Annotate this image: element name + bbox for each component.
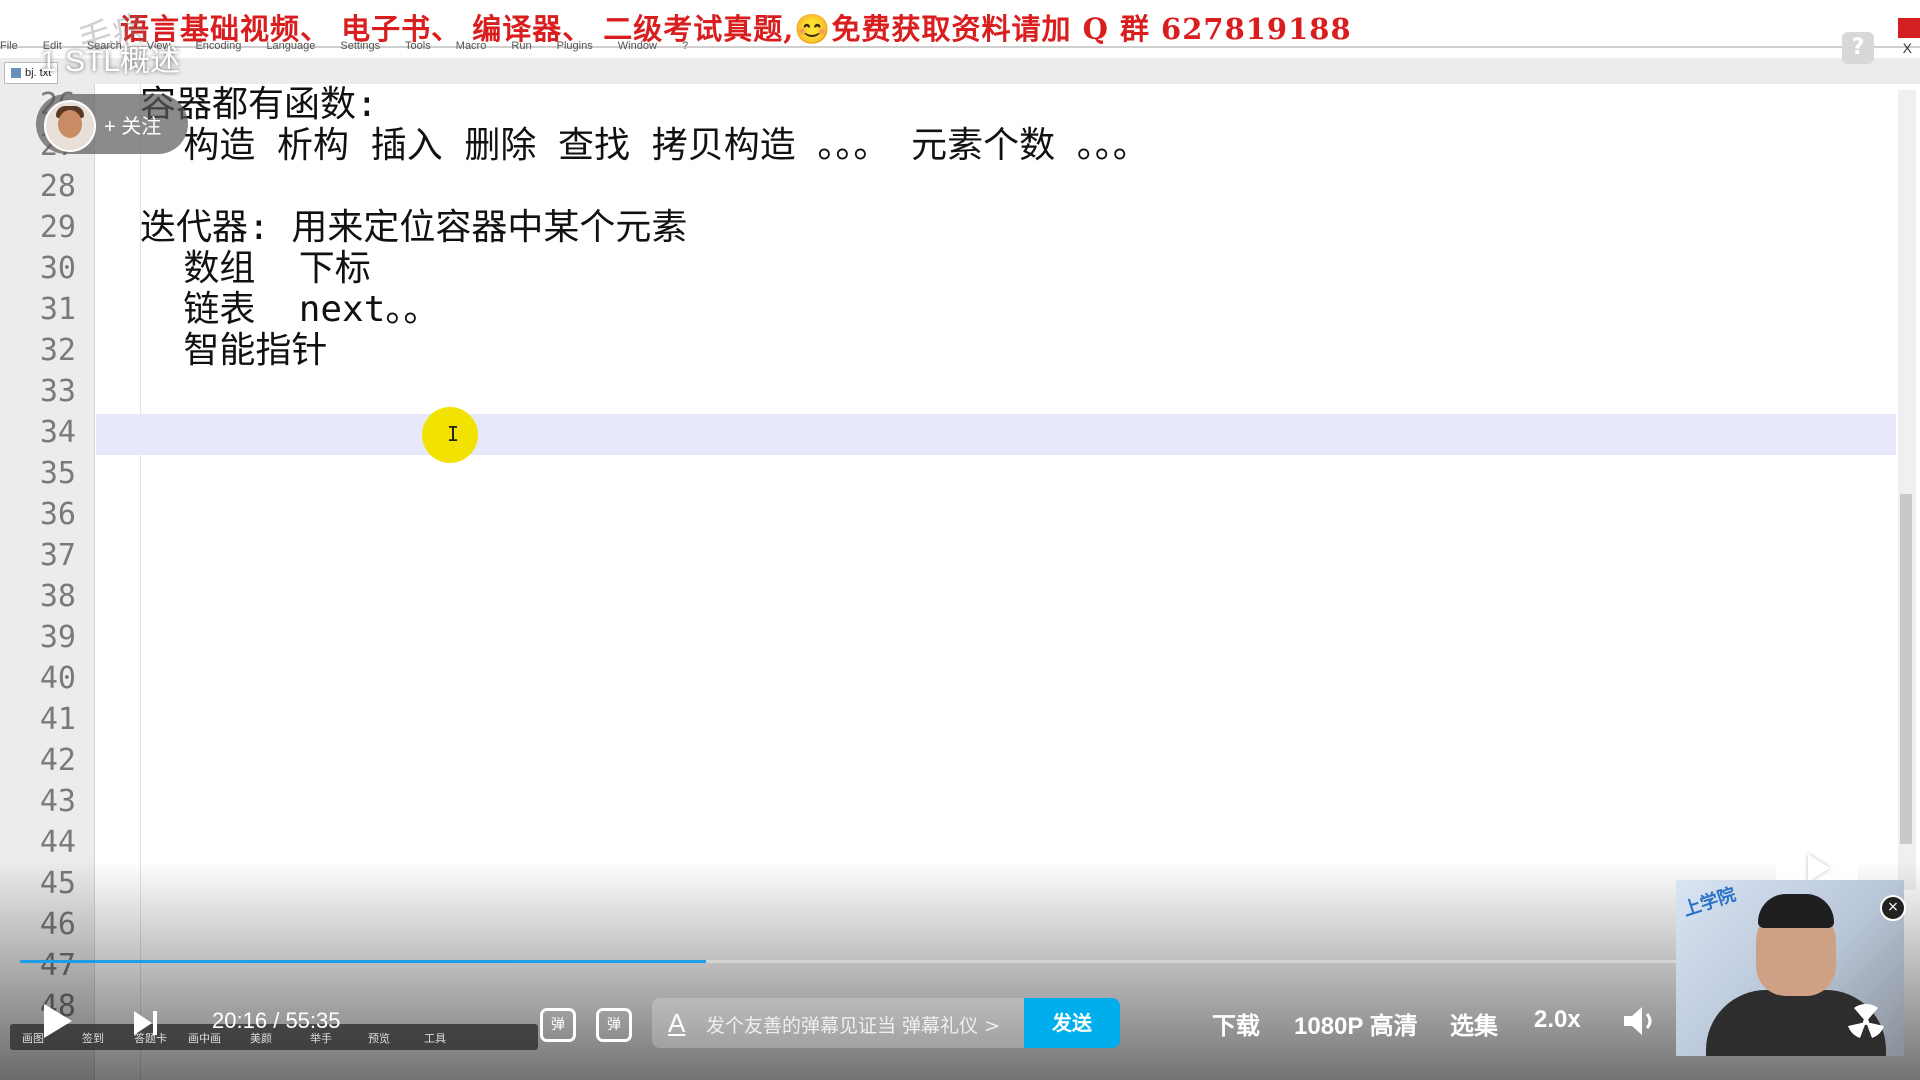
line-number: 28: [39, 169, 76, 204]
editor-scrollbar-thumb[interactable]: [1900, 494, 1912, 844]
time-separator: /: [273, 1008, 280, 1033]
progress-fill[interactable]: [20, 960, 706, 963]
line-number: 29: [39, 210, 76, 245]
editor-scrollbar[interactable]: [1898, 90, 1916, 890]
mini-play-triangle: [1808, 854, 1830, 882]
line-number: 40: [39, 661, 76, 696]
menu-item-tools: Tools: [405, 40, 431, 52]
follow-button[interactable]: + 关注: [36, 94, 188, 154]
line-number: 34: [39, 415, 76, 450]
line-number: 38: [39, 579, 76, 614]
window-close-red: [1898, 18, 1920, 38]
menu-item-help: ?: [681, 40, 689, 52]
time-display: 20:16 / 55:35: [212, 1008, 341, 1034]
editor-menu-bar: File Edit Search View Encoding Language …: [0, 40, 1920, 56]
play-icon[interactable]: [44, 1004, 72, 1038]
danmaku-input-placeholder: 发个友善的弹幕见证当 弹幕礼仪 >: [706, 1015, 1000, 1037]
menu-item-settings: Settings: [340, 40, 381, 52]
line-number: 42: [39, 743, 76, 778]
line-number: 30: [39, 251, 76, 286]
webcam-close-icon[interactable]: ×: [1880, 895, 1906, 921]
presenter-hair: [1758, 894, 1834, 928]
send-button[interactable]: 发送: [1024, 998, 1120, 1048]
episodes-button[interactable]: 选集: [1450, 1006, 1498, 1041]
volume-icon[interactable]: [1622, 1004, 1660, 1038]
speed-button[interactable]: 2.0x: [1534, 1006, 1581, 1034]
menu-item-encoding: Encoding: [195, 40, 242, 52]
file-icon: [11, 68, 21, 79]
menu-item-window: Window: [617, 40, 657, 52]
line-number: 43: [39, 784, 76, 819]
line-number: 35: [39, 456, 76, 491]
download-button[interactable]: 下载: [1212, 1006, 1260, 1041]
follow-label: + 关注: [104, 116, 162, 138]
code-line[interactable]: 智能指针: [140, 330, 327, 371]
fullscreen-radiation-icon[interactable]: [1846, 1004, 1886, 1040]
video-frame[interactable]: 语言基础视频、 电子书、 编译器、 二级考试真题,😊免费获取资料请加 Q 群 6…: [0, 0, 1920, 1080]
menu-item-file: File: [0, 40, 18, 52]
danmaku-input[interactable]: A 发个友善的弹幕见证当 弹幕礼仪 >: [652, 998, 1024, 1048]
menu-item-macro: Macro: [455, 40, 487, 52]
quality-button[interactable]: 1080P 高清: [1294, 1006, 1418, 1041]
text-cursor-icon: I: [447, 422, 460, 446]
menu-item-run: Run: [511, 40, 532, 52]
line-number: 41: [39, 702, 76, 737]
line-number: 31: [39, 292, 76, 327]
toolbar-item: 签到: [82, 1033, 104, 1045]
toolbar-item: 预览: [368, 1033, 390, 1045]
line-number: 32: [39, 333, 76, 368]
next-icon[interactable]: [134, 1011, 152, 1035]
menu-item-language: Language: [266, 40, 316, 52]
current-line-highlight: [96, 414, 1896, 455]
line-number: 37: [39, 538, 76, 573]
code-line[interactable]: 链表 next。。: [140, 289, 439, 330]
line-number: 44: [39, 825, 76, 860]
danmaku-style-icon[interactable]: A: [668, 1008, 685, 1039]
video-title: 1 STL概述: [40, 45, 181, 78]
time-current: 20:16: [212, 1008, 268, 1033]
next-icon-bar: [153, 1011, 157, 1035]
editor-tab-bar: bj. txt: [0, 58, 1920, 85]
danmaku-toggle-icon[interactable]: 弹: [540, 1008, 576, 1042]
uploader-avatar[interactable]: [44, 100, 96, 152]
code-line[interactable]: 数组 下标: [140, 248, 370, 289]
toolbar-item: 工具: [424, 1033, 446, 1045]
code-line[interactable]: 迭代器: 用来定位容器中某个元素: [140, 207, 687, 248]
editor-close-x: X: [1902, 40, 1912, 56]
menu-item-plugins: Plugins: [556, 40, 593, 52]
avatar-face: [58, 110, 82, 138]
help-button[interactable]: ?: [1842, 32, 1874, 64]
toolbar-item: 画图: [22, 1033, 44, 1045]
line-number: 39: [39, 620, 76, 655]
line-number: 33: [39, 374, 76, 409]
code-line[interactable]: 构造 析构 插入 删除 查找 拷贝构造 。。。 元素个数 。。。: [140, 125, 1148, 166]
line-number: 36: [39, 497, 76, 532]
time-total: 55:35: [285, 1008, 341, 1033]
danmaku-settings-icon[interactable]: 弹: [596, 1008, 632, 1042]
